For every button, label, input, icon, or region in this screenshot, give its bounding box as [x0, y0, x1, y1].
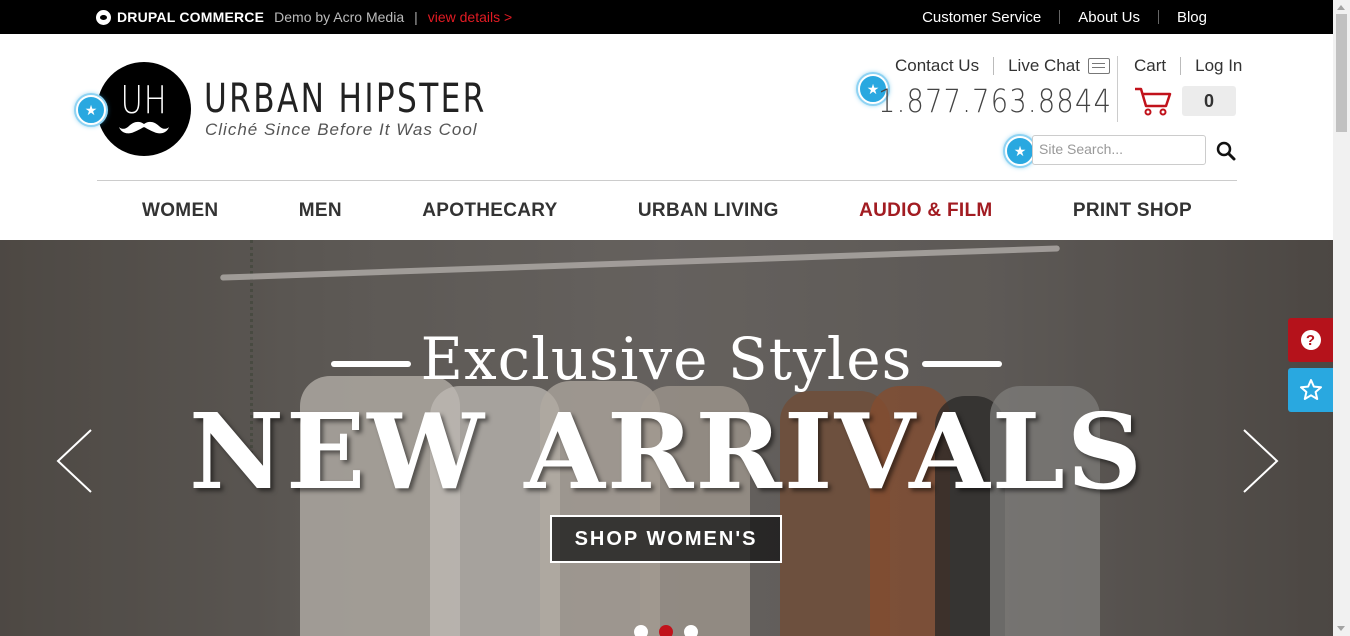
decorative-dash [922, 360, 1003, 367]
star-badge-icon[interactable]: ★ [1005, 136, 1035, 166]
cart-icon[interactable] [1134, 86, 1172, 116]
scroll-thumb[interactable] [1336, 14, 1347, 132]
nav-item-women[interactable]: WOMEN [142, 200, 218, 222]
nav-item-men[interactable]: MEN [299, 200, 342, 222]
hero-title: NEW ARRIVALS [188, 390, 1145, 513]
account-links: Cart Log In [1134, 56, 1242, 76]
shop-womens-button[interactable]: SHOP WOMEN'S [550, 515, 782, 563]
main-nav: WOMEN MEN APOTHECARY URBAN LIVING AUDIO … [97, 181, 1237, 240]
carousel-dot[interactable] [634, 625, 648, 636]
chevron-right-icon[interactable] [1240, 428, 1280, 494]
view-details-link[interactable]: view details > [428, 9, 512, 25]
cart-link[interactable]: Cart [1134, 56, 1166, 76]
customer-service-link[interactable]: Customer Service [904, 9, 1059, 26]
search-input[interactable] [1033, 136, 1205, 162]
help-icon: ? [1300, 330, 1321, 350]
contact-us-link[interactable]: Contact Us [895, 56, 979, 76]
demo-credit: Demo by Acro Media [274, 9, 405, 25]
brand-name: DRUPAL COMMERCE [117, 9, 265, 25]
carousel-dots [634, 625, 698, 636]
phone-number[interactable]: 1.877.763.8844 [878, 82, 1112, 120]
logo-initials: UH [120, 78, 168, 122]
scroll-up-icon[interactable] [1337, 5, 1345, 10]
nav-item-apothecary[interactable]: APOTHECARY [422, 200, 557, 222]
nav-item-print-shop[interactable]: PRINT SHOP [1073, 200, 1192, 222]
favorites-tab[interactable] [1288, 368, 1333, 412]
site-logo[interactable]: UH [97, 62, 191, 156]
search-icon[interactable] [1215, 140, 1237, 162]
carousel-dot-active[interactable] [659, 625, 673, 636]
logo-tagline: Cliché Since Before It Was Cool [205, 120, 478, 139]
chat-bubble-icon[interactable] [1087, 58, 1110, 74]
login-link[interactable]: Log In [1195, 56, 1242, 76]
live-chat-link[interactable]: Live Chat [1008, 56, 1080, 76]
hero-carousel: Exclusive Styles NEW ARRIVALS SHOP WOMEN… [0, 240, 1333, 636]
banner-separator: | [414, 9, 418, 25]
chevron-left-icon[interactable] [55, 428, 95, 494]
contact-links: Contact Us Live Chat [895, 56, 1110, 76]
blog-link[interactable]: Blog [1159, 9, 1225, 26]
hero-subtitle: Exclusive Styles [0, 325, 1333, 393]
scroll-down-icon[interactable] [1337, 626, 1345, 631]
divider [1180, 57, 1182, 75]
demo-banner: DRUPAL COMMERCE Demo by Acro Media | vie… [96, 0, 512, 34]
top-links: Customer Service About Us Blog [904, 0, 1225, 34]
star-icon [1299, 379, 1322, 400]
help-tab[interactable]: ? [1288, 318, 1333, 362]
nav-item-audio-film[interactable]: AUDIO & FILM [859, 200, 992, 222]
mustache-icon [119, 121, 169, 134]
decorative-dash [330, 360, 411, 367]
hero-subtitle-text: Exclusive Styles [420, 325, 913, 393]
divider [993, 57, 995, 75]
divider [1117, 56, 1118, 122]
about-us-link[interactable]: About Us [1060, 9, 1158, 26]
top-bar: DRUPAL COMMERCE Demo by Acro Media | vie… [0, 0, 1333, 34]
logo-title[interactable]: URBAN HIPSTER [204, 76, 487, 122]
nav-item-urban-living[interactable]: URBAN LIVING [638, 200, 779, 222]
page-scrollbar[interactable] [1333, 0, 1350, 636]
drupal-drop-icon [96, 9, 111, 25]
star-badge-icon[interactable]: ★ [76, 95, 106, 125]
search-field[interactable] [1032, 135, 1206, 165]
cart-count-badge[interactable]: 0 [1182, 86, 1236, 116]
carousel-dot[interactable] [684, 625, 698, 636]
